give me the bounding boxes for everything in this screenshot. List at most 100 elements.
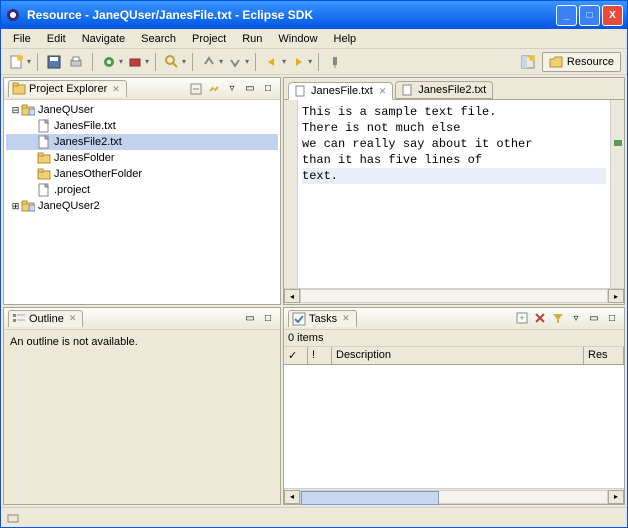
annotation-next-icon[interactable] xyxy=(225,52,245,72)
tree-item[interactable]: .project xyxy=(6,182,278,198)
file-icon xyxy=(37,135,51,149)
menu-help[interactable]: Help xyxy=(326,31,365,47)
tasks-rows xyxy=(284,365,624,488)
search-dropdown[interactable]: ▾ xyxy=(182,57,186,66)
tree-label: JaneQUser xyxy=(38,104,94,116)
close-icon[interactable]: ✕ xyxy=(342,313,350,324)
view-menu-icon[interactable]: ▿ xyxy=(568,310,584,326)
project-explorer-view: Project Explorer ✕ ▿ ▭ □ ⊟ JaneQUser Janes… xyxy=(3,77,281,305)
col-done[interactable]: ✓ xyxy=(284,347,308,364)
expand-icon[interactable]: ⊞ xyxy=(10,201,21,212)
scroll-right-icon[interactable]: ▸ xyxy=(608,289,624,303)
fastview-icon[interactable] xyxy=(7,512,19,524)
back-icon[interactable] xyxy=(262,52,282,72)
svg-text:+: + xyxy=(519,313,524,323)
perspective-resource[interactable]: Resource xyxy=(542,52,621,72)
editor-hscroll[interactable]: ◂ ▸ xyxy=(284,288,624,304)
tree-label: JanesFolder xyxy=(54,152,115,164)
scroll-left-icon[interactable]: ◂ xyxy=(284,490,300,504)
scroll-left-icon[interactable]: ◂ xyxy=(284,289,300,303)
col-resource[interactable]: Res xyxy=(584,347,624,364)
col-description[interactable]: Description xyxy=(332,347,584,364)
maximize-button[interactable]: □ xyxy=(579,5,600,26)
main-toolbar: ▾ ▾ ▾ ▾ ▾ ▾ ▾ ▾ Resource xyxy=(1,49,627,75)
expand-icon[interactable]: ⊟ xyxy=(10,105,21,116)
editor-area: JanesFile.txt✕JanesFile2.txt This is a s… xyxy=(283,77,625,305)
outline-view: Outline ✕ ▭ □ An outline is not availabl… xyxy=(3,307,281,505)
minimize-view-icon[interactable]: ▭ xyxy=(242,310,258,326)
close-icon[interactable]: ✕ xyxy=(379,86,387,97)
menu-search[interactable]: Search xyxy=(133,31,184,47)
statusbar xyxy=(1,507,627,527)
app-icon xyxy=(5,7,21,23)
menu-run[interactable]: Run xyxy=(234,31,270,47)
file-icon xyxy=(402,84,414,96)
filter-icon[interactable] xyxy=(550,310,566,326)
tasks-tab[interactable]: Tasks ✕ xyxy=(288,310,357,327)
file-icon xyxy=(37,183,51,197)
close-icon[interactable]: ✕ xyxy=(69,313,77,324)
debug-dropdown[interactable]: ▾ xyxy=(119,57,123,66)
menu-edit[interactable]: Edit xyxy=(39,31,74,47)
close-button[interactable]: X xyxy=(602,5,623,26)
tree-label: JaneQUser2 xyxy=(38,200,100,212)
save-icon[interactable] xyxy=(44,52,64,72)
project-tree[interactable]: ⊟ JaneQUser JanesFile.txt JanesFile2.txt Jan… xyxy=(4,100,280,304)
tree-item[interactable]: JanesFolder xyxy=(6,150,278,166)
run-ext-icon[interactable] xyxy=(125,52,145,72)
tree-item[interactable]: JanesFile2.txt xyxy=(6,134,278,150)
tasks-count: 0 items xyxy=(284,330,624,347)
tree-item[interactable]: ⊟ JaneQUser xyxy=(6,102,278,118)
delete-task-icon[interactable] xyxy=(532,310,548,326)
search-icon[interactable] xyxy=(162,52,182,72)
tasks-header[interactable]: ✓ ! Description Res xyxy=(284,347,624,365)
new-task-icon[interactable]: + xyxy=(514,310,530,326)
file-icon xyxy=(295,85,307,97)
minimize-view-icon[interactable]: ▭ xyxy=(242,81,258,97)
maximize-view-icon[interactable]: □ xyxy=(260,81,276,97)
new-icon[interactable] xyxy=(7,52,27,72)
pin-icon[interactable] xyxy=(325,52,345,72)
minimize-button[interactable]: _ xyxy=(556,5,577,26)
menu-file[interactable]: File xyxy=(5,31,39,47)
menu-project[interactable]: Project xyxy=(184,31,234,47)
editor-tab[interactable]: JanesFile.txt✕ xyxy=(288,82,393,100)
forward-icon[interactable] xyxy=(288,52,308,72)
window-title: Resource - JaneQUser/JanesFile.txt - Ecl… xyxy=(27,8,556,22)
maximize-view-icon[interactable]: □ xyxy=(260,310,276,326)
new-dropdown[interactable]: ▾ xyxy=(27,57,31,66)
outline-tab[interactable]: Outline ✕ xyxy=(8,310,83,327)
tree-label: .project xyxy=(54,184,90,196)
run-ext-dropdown[interactable]: ▾ xyxy=(145,57,149,66)
scroll-right-icon[interactable]: ▸ xyxy=(608,490,624,504)
project-icon xyxy=(21,103,35,117)
collapse-all-icon[interactable] xyxy=(188,81,204,97)
tree-item[interactable]: JanesFile.txt xyxy=(6,118,278,134)
tree-item[interactable]: JanesOtherFolder xyxy=(6,166,278,182)
menubar: File Edit Navigate Search Project Run Wi… xyxy=(1,29,627,49)
tree-label: JanesFile2.txt xyxy=(54,136,122,148)
menu-window[interactable]: Window xyxy=(270,31,325,47)
editor-tab[interactable]: JanesFile2.txt xyxy=(395,81,493,99)
menu-navigate[interactable]: Navigate xyxy=(74,31,133,47)
minimize-view-icon[interactable]: ▭ xyxy=(586,310,602,326)
project-explorer-tab[interactable]: Project Explorer ✕ xyxy=(8,80,127,97)
editor-gutter[interactable] xyxy=(284,100,298,288)
titlebar: Resource - JaneQUser/JanesFile.txt - Ecl… xyxy=(1,1,627,29)
maximize-view-icon[interactable]: □ xyxy=(604,310,620,326)
project-icon xyxy=(21,199,35,213)
file-icon xyxy=(37,119,51,133)
overview-ruler[interactable] xyxy=(610,100,624,288)
editor-text[interactable]: This is a sample text file.There is not … xyxy=(298,100,610,288)
print-icon[interactable] xyxy=(66,52,86,72)
tree-label: JanesFile.txt xyxy=(54,120,116,132)
annotation-prev-icon[interactable] xyxy=(199,52,219,72)
link-editor-icon[interactable] xyxy=(206,81,222,97)
close-icon[interactable]: ✕ xyxy=(112,84,120,95)
view-menu-icon[interactable]: ▿ xyxy=(224,81,240,97)
col-priority[interactable]: ! xyxy=(308,347,332,364)
open-perspective-icon[interactable] xyxy=(518,52,538,72)
tree-item[interactable]: ⊞ JaneQUser2 xyxy=(6,198,278,214)
tasks-hscroll[interactable]: ◂ ▸ xyxy=(284,488,624,504)
debug-icon[interactable] xyxy=(99,52,119,72)
